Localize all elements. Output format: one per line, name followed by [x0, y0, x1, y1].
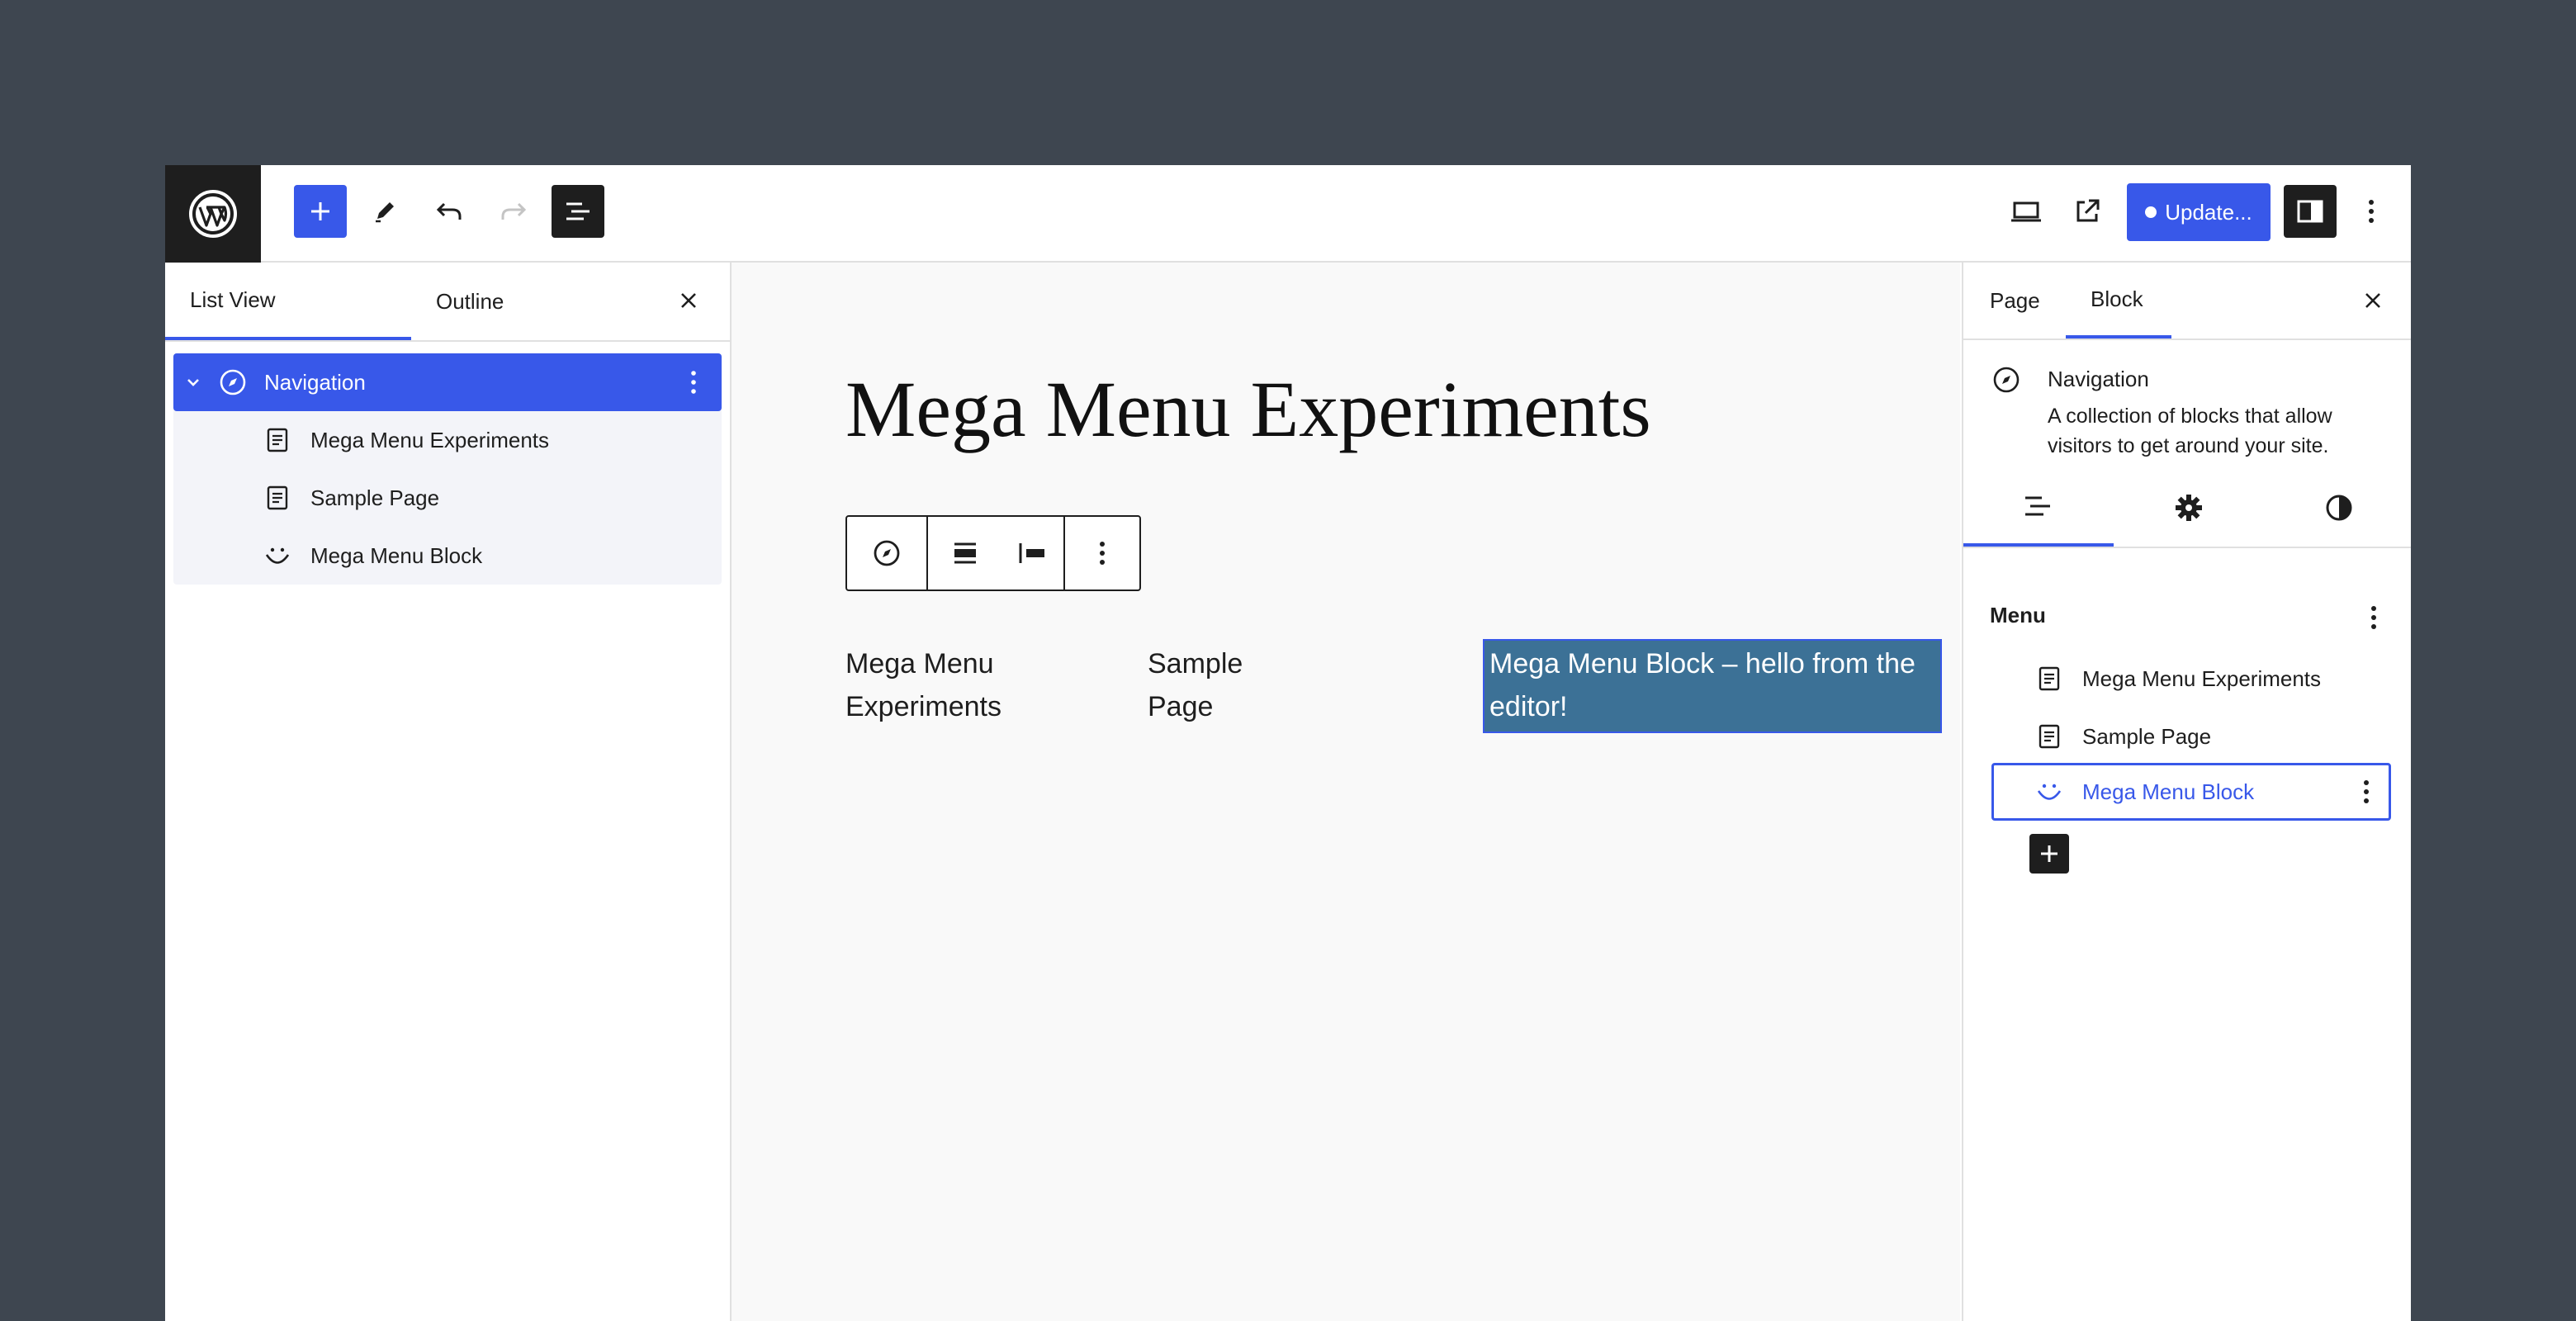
pencil-icon	[371, 197, 399, 225]
tree-item-sample-page[interactable]: Sample Page	[173, 469, 722, 527]
menu-item-label: Mega Menu Experiments	[2082, 666, 2321, 692]
list-view-panel: List View Outline Navigation	[165, 263, 732, 1321]
tree-item-mega-menu-block[interactable]: Mega Menu Block	[173, 527, 722, 585]
redo-button[interactable]	[487, 185, 540, 238]
kebab-icon[interactable]	[2362, 779, 2370, 805]
tab-page[interactable]: Page	[1963, 263, 2066, 339]
compass-icon	[1991, 365, 2021, 395]
block-type-button[interactable]	[847, 517, 926, 589]
nav-link-line: Page	[1148, 685, 1243, 728]
menu-item-label: Sample Page	[2082, 724, 2211, 750]
tree-item-navigation[interactable]: Navigation	[173, 353, 722, 411]
undo-button[interactable]	[423, 185, 476, 238]
block-options-button[interactable]	[1065, 517, 1139, 589]
tab-label: Page	[1990, 288, 2040, 314]
wordpress-logo-icon	[188, 189, 238, 239]
editor-window: Update... List View Outline	[165, 165, 2411, 1321]
editor-header: Update...	[165, 165, 2411, 263]
kebab-icon	[1098, 540, 1106, 566]
justify-icon	[952, 540, 978, 566]
chevron-down-icon[interactable]	[178, 367, 208, 397]
list-view-icon	[564, 200, 592, 223]
page-icon	[2034, 722, 2064, 751]
menu-item-label: Mega Menu Block	[2082, 779, 2254, 805]
gear-icon	[2174, 493, 2204, 523]
sidebar-toggle-icon	[2296, 199, 2324, 224]
tab-settings[interactable]	[2114, 469, 2264, 547]
contrast-icon	[2324, 493, 2354, 523]
tree-item-label: Mega Menu Block	[310, 543, 482, 569]
page-icon	[263, 483, 292, 513]
external-link-icon	[2073, 197, 2101, 225]
tab-outline[interactable]: Outline	[411, 263, 576, 340]
redo-icon	[499, 199, 528, 224]
page-icon	[2034, 664, 2064, 694]
desktop-icon	[2010, 198, 2043, 225]
block-card-description: A collection of blocks that allow visito…	[2048, 401, 2386, 461]
compass-icon	[872, 538, 902, 568]
kebab-icon[interactable]	[2370, 604, 2378, 631]
update-label: Update...	[2165, 200, 2252, 225]
align-left-icon	[1017, 540, 1047, 566]
tab-styles[interactable]	[2264, 469, 2411, 547]
nav-link-line: Mega Menu	[845, 642, 1002, 685]
tab-block[interactable]: Block	[2066, 263, 2171, 339]
tree-item-label: Sample Page	[310, 485, 439, 511]
close-icon	[680, 291, 698, 310]
tab-label: Outline	[436, 289, 504, 315]
kebab-icon[interactable]	[679, 367, 708, 397]
block-tree: Navigation Mega Menu Experiments Sample …	[173, 353, 722, 585]
justification-button[interactable]	[928, 517, 1002, 589]
list-view-icon	[2022, 494, 2055, 518]
menu-heading: Menu	[1990, 603, 2046, 628]
options-button[interactable]	[2345, 185, 2398, 238]
nav-link-mega-menu-experiments[interactable]: Mega Menu Experiments	[845, 642, 1002, 728]
nav-link-line: Sample	[1148, 642, 1243, 685]
wordpress-logo-button[interactable]	[165, 165, 261, 263]
tab-list-view[interactable]: List View	[165, 263, 411, 340]
close-sidebar-button[interactable]	[2356, 284, 2389, 317]
device-preview-button[interactable]	[2000, 185, 2053, 238]
editor-canvas[interactable]: Mega Menu Experiments	[732, 263, 1960, 1321]
mega-menu-block-item[interactable]: Mega Menu Block – hello from the editor!	[1483, 639, 1942, 733]
tab-list-view-inspector[interactable]	[1963, 469, 2114, 547]
list-view-tabs: List View Outline	[165, 263, 730, 342]
tab-label: Block	[2091, 286, 2143, 312]
block-card-title: Navigation	[2048, 367, 2149, 392]
tree-item-label: Mega Menu Experiments	[310, 428, 549, 453]
tree-item-label: Navigation	[264, 370, 366, 395]
document-overview-button[interactable]	[552, 185, 604, 238]
plus-icon	[2039, 843, 2060, 864]
settings-sidebar-toggle[interactable]	[2284, 185, 2337, 238]
tree-item-mega-menu-experiments[interactable]: Mega Menu Experiments	[173, 411, 722, 469]
page-title[interactable]: Mega Menu Experiments	[845, 363, 1651, 455]
settings-sidebar: Page Block Navigation A collection of bl…	[1962, 263, 2411, 1321]
menu-item-mega-menu-experiments[interactable]: Mega Menu Experiments	[1991, 650, 2391, 708]
update-button[interactable]: Update...	[2127, 183, 2271, 241]
close-icon	[2364, 291, 2382, 310]
view-site-button[interactable]	[2061, 185, 2114, 238]
plus-icon	[309, 200, 332, 223]
tab-label: List View	[190, 287, 276, 313]
block-card: Navigation A collection of blocks that a…	[1963, 340, 2411, 469]
menu-item-sample-page[interactable]: Sample Page	[1991, 708, 2391, 765]
sidebar-tabs: Page Block	[1963, 263, 2411, 340]
menu-item-mega-menu-block[interactable]: Mega Menu Block	[1991, 763, 2391, 821]
smiley-icon	[263, 541, 292, 571]
block-toolbar	[845, 515, 1141, 591]
orientation-button[interactable]	[1002, 517, 1062, 589]
undo-icon	[434, 199, 464, 224]
close-list-view-button[interactable]	[672, 284, 705, 317]
unsaved-dot-icon	[2145, 206, 2157, 218]
nav-link-sample-page[interactable]: Sample Page	[1148, 642, 1243, 728]
compass-icon	[218, 367, 248, 397]
smiley-icon	[2034, 777, 2064, 807]
tools-button[interactable]	[358, 185, 411, 238]
page-icon	[263, 425, 292, 455]
inspector-tabs	[1963, 469, 2411, 548]
nav-link-line: Experiments	[845, 685, 1002, 728]
add-block-button[interactable]	[294, 185, 347, 238]
add-menu-item-button[interactable]	[2029, 834, 2069, 874]
kebab-icon	[2367, 198, 2375, 225]
